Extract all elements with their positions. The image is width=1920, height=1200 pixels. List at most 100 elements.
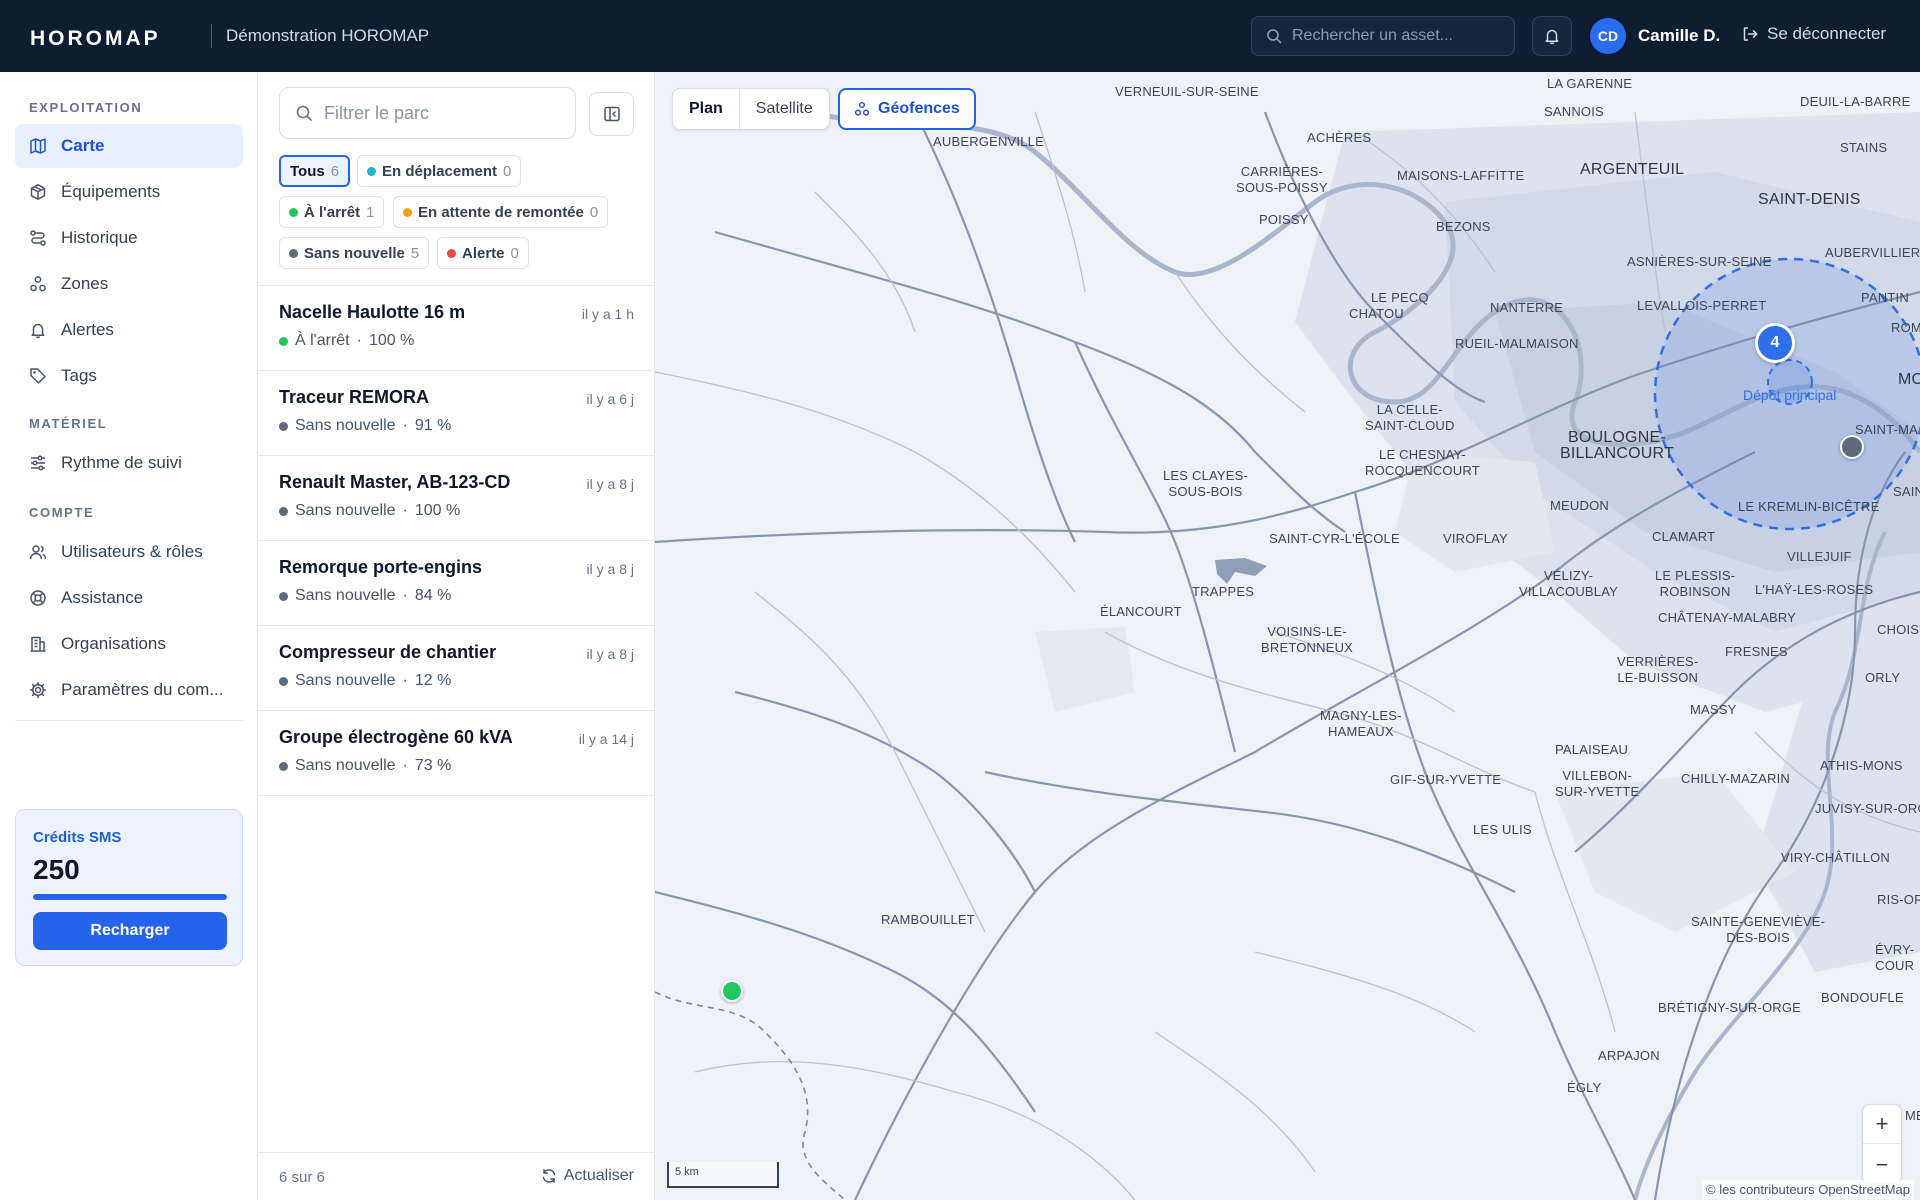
sidebar-item-utilisateurs[interactable]: Utilisateurs & rôles bbox=[15, 530, 243, 574]
map-place-label: PANTIN bbox=[1861, 290, 1909, 305]
map-place-label: SAINTE-GENEVIÈVE- DES-BOIS bbox=[1691, 914, 1826, 945]
filter-chip-sans-nouvelle[interactable]: Sans nouvelle 5 bbox=[279, 237, 430, 269]
map-place-label: ROM bbox=[1891, 320, 1920, 335]
refresh-icon bbox=[542, 1169, 555, 1183]
map-place-label: NANTERRE bbox=[1490, 300, 1564, 315]
map-place-label: MAISONS-LAFFITTE bbox=[1397, 168, 1525, 183]
map-place-label: ACHÈRES bbox=[1307, 130, 1372, 145]
asset-marker[interactable] bbox=[1840, 435, 1864, 459]
logout-button[interactable]: Se déconnecter bbox=[1741, 24, 1886, 44]
map-place-label: LE PLESSIS- ROBINSON bbox=[1655, 568, 1736, 599]
recharge-button[interactable]: Recharger bbox=[33, 912, 227, 950]
filter-chip-a-l-arret[interactable]: À l'arrêt 1 bbox=[279, 196, 385, 228]
separator-dot: · bbox=[402, 672, 408, 689]
bell-icon bbox=[31, 323, 45, 339]
asset-row[interactable]: Renault Master, AB-123-CD il y a 8 j San… bbox=[258, 456, 654, 541]
asset-row[interactable]: Traceur REMORA il y a 6 j Sans nouvelle … bbox=[258, 371, 654, 456]
map-place-label: CHILLY-MAZARIN bbox=[1681, 771, 1790, 786]
asset-search-input[interactable] bbox=[1292, 27, 1502, 45]
map-place-label: LE KREMLIN-BICÊTRE bbox=[1738, 499, 1880, 514]
status-dot bbox=[279, 591, 288, 601]
asset-name: Remorque porte-engins bbox=[279, 557, 483, 577]
sidebar-item-label: Rythme de suivi bbox=[61, 453, 182, 472]
map-mode-plan[interactable]: Plan bbox=[673, 89, 740, 129]
sms-credits-bar-fill bbox=[33, 894, 227, 900]
sms-credits-value: 250 bbox=[33, 854, 80, 885]
map-icon bbox=[30, 138, 46, 154]
zoom-controls: + − bbox=[1862, 1104, 1902, 1184]
status-dot bbox=[279, 676, 288, 686]
refresh-button[interactable]: Actualiser bbox=[541, 1167, 634, 1185]
asset-last-seen: il y a 8 j bbox=[586, 561, 634, 577]
asset-last-seen: il y a 6 j bbox=[586, 391, 634, 407]
chip-label: À l'arrêt bbox=[304, 203, 361, 221]
map-place-label: VERRIÈRES- LE-BUISSON bbox=[1617, 654, 1699, 685]
asset-name: Compresseur de chantier bbox=[279, 642, 497, 662]
zoom-out-button[interactable]: − bbox=[1863, 1145, 1901, 1184]
asset-status-label: Sans nouvelle bbox=[295, 672, 396, 689]
map-place-label: CARRIÈRES- SOUS-POISSY bbox=[1236, 164, 1328, 195]
map-place-label: STAINS bbox=[1840, 140, 1888, 155]
map-attribution[interactable]: © les contributeurs OpenStreetMap bbox=[1702, 1180, 1914, 1199]
sidebar-item-rythme-de-suivi[interactable]: Rythme de suivi bbox=[15, 441, 243, 485]
asset-count: 6 sur 6 bbox=[279, 1169, 325, 1186]
sidebar-item-tags[interactable]: Tags bbox=[15, 354, 243, 398]
collapse-panel-button[interactable] bbox=[589, 92, 634, 136]
asset-row[interactable]: Compresseur de chantier il y a 8 j Sans … bbox=[258, 626, 654, 711]
asset-row[interactable]: Remorque porte-engins il y a 8 j Sans no… bbox=[258, 541, 654, 626]
map-place-label: MEUDON bbox=[1550, 498, 1609, 513]
map-place-label: LA CELLE- SAINT-CLOUD bbox=[1365, 402, 1455, 433]
bell-icon bbox=[1545, 29, 1559, 45]
asset-last-seen: il y a 8 j bbox=[586, 476, 634, 492]
asset-marker[interactable] bbox=[721, 980, 743, 1002]
map-place-label: MAGNY-LES- HAMEAUX bbox=[1320, 708, 1402, 739]
status-dot bbox=[367, 166, 376, 176]
sidebar-item-equipements[interactable]: Équipements bbox=[15, 170, 243, 214]
sidebar-item-parametres[interactable]: Paramètres du com... bbox=[15, 668, 243, 712]
filter-chip-tous[interactable]: Tous 6 bbox=[279, 155, 351, 187]
map-place-label: ARGENTEUIL bbox=[1580, 161, 1685, 178]
sidebar-item-assistance[interactable]: Assistance bbox=[15, 576, 243, 620]
filter-chip-en-attente[interactable]: En attente de remontée 0 bbox=[393, 196, 609, 228]
separator-dot: · bbox=[402, 757, 408, 774]
filter-chip-alerte[interactable]: Alerte 0 bbox=[437, 237, 529, 269]
app-logo[interactable]: HOROMAP bbox=[30, 27, 161, 51]
section-title-compte: COMPTE bbox=[29, 505, 95, 520]
asset-cluster-marker[interactable]: 4 bbox=[1755, 323, 1795, 363]
asset-status: Sans nouvelle · 100 % bbox=[279, 502, 460, 520]
sidebar-item-organisations[interactable]: Organisations bbox=[15, 622, 243, 666]
filter-chip-en-deplacement[interactable]: En déplacement 0 bbox=[357, 155, 522, 187]
asset-row[interactable]: Groupe électrogène 60 kVA il y a 14 j Sa… bbox=[258, 711, 654, 796]
map-mode-satellite[interactable]: Satellite bbox=[740, 89, 829, 129]
sidebar-item-zones[interactable]: Zones bbox=[15, 262, 243, 306]
zoom-in-button[interactable]: + bbox=[1863, 1105, 1901, 1144]
map-place-label: ÉVRY- COUR bbox=[1875, 942, 1915, 973]
sidebar-item-carte[interactable]: Carte bbox=[15, 124, 243, 168]
map-view[interactable]: VERNEUIL-SUR-SEINE LA GARENNE DEUIL-LA-B… bbox=[655, 72, 1920, 1200]
map-place-label: L'HAŸ-LES-ROSES bbox=[1755, 582, 1874, 597]
fleet-filter-input[interactable] bbox=[324, 102, 564, 124]
geofences-button[interactable]: Géofences bbox=[838, 88, 976, 130]
notifications-button[interactable] bbox=[1532, 16, 1572, 56]
sidebar-item-label: Tags bbox=[61, 366, 97, 385]
map-place-label: SAINT-DENIS bbox=[1758, 191, 1861, 208]
user-name[interactable]: Camille D. bbox=[1638, 26, 1720, 46]
building-icon bbox=[30, 636, 46, 652]
map-place-label: CHATOU bbox=[1349, 306, 1404, 321]
status-dot bbox=[279, 761, 288, 771]
separator-dot: · bbox=[402, 587, 408, 604]
map-place-label: MASSY bbox=[1690, 702, 1737, 717]
asset-name: Groupe électrogène 60 kVA bbox=[279, 727, 513, 747]
status-dot bbox=[289, 207, 298, 217]
sidebar-item-historique[interactable]: Historique bbox=[15, 216, 243, 260]
lifebuoy-icon bbox=[30, 590, 46, 606]
asset-row[interactable]: Nacelle Haulotte 16 m il y a 1 h À l'arr… bbox=[258, 286, 654, 371]
sidebar-item-label: Alertes bbox=[61, 320, 114, 339]
map-place-label: CLAMART bbox=[1652, 529, 1716, 544]
user-avatar[interactable]: CD bbox=[1590, 18, 1626, 54]
sidebar-item-alertes[interactable]: Alertes bbox=[15, 308, 243, 352]
map-place-label: AUBERVILLIERS bbox=[1825, 245, 1920, 260]
collapse-sidebar-icon bbox=[603, 106, 620, 122]
map-place-label: RUEIL-MALMAISON bbox=[1455, 336, 1579, 351]
sidebar-item-label: Paramètres du com... bbox=[61, 680, 224, 699]
